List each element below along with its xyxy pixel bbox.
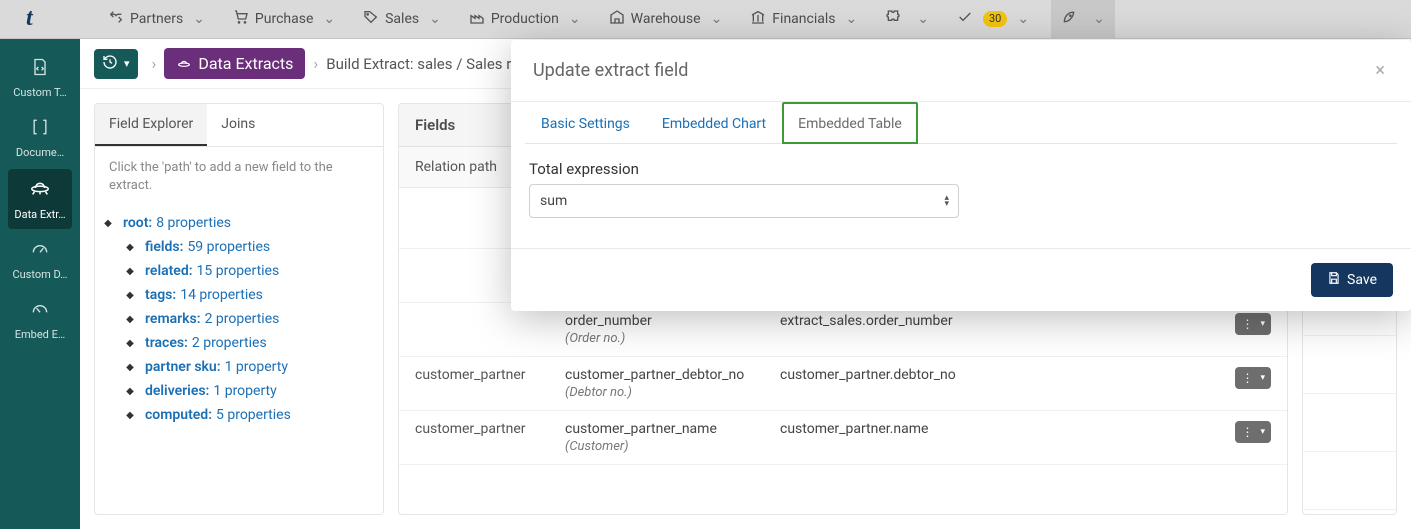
modal-title: Update extract field [533, 60, 688, 81]
update-extract-field-modal: Update extract field × Basic Settings Em… [511, 40, 1411, 311]
modal-tabs: Basic Settings Embedded Chart Embedded T… [511, 102, 1411, 144]
total-expression-label: Total expression [529, 160, 1393, 178]
modal-overlay: Update extract field × Basic Settings Em… [0, 0, 1411, 529]
save-label: Save [1347, 272, 1377, 288]
tab-embedded-chart[interactable]: Embedded Chart [646, 102, 782, 144]
tab-basic-settings[interactable]: Basic Settings [525, 102, 646, 144]
save-icon [1327, 271, 1341, 289]
close-button[interactable]: × [1371, 56, 1389, 85]
total-expression-select[interactable]: sum [529, 184, 959, 218]
save-button[interactable]: Save [1311, 263, 1393, 297]
tab-embedded-table[interactable]: Embedded Table [782, 102, 918, 144]
